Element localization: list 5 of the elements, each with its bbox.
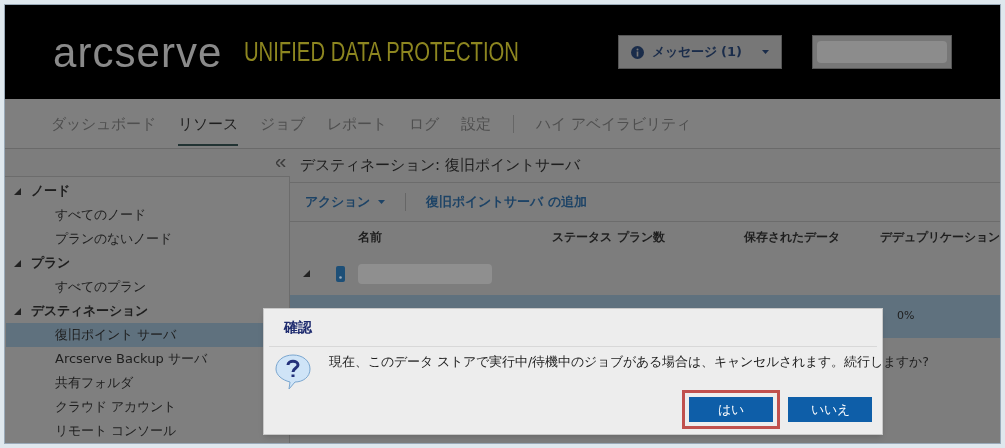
logo: arcserve — [53, 27, 223, 78]
dialog-message: 現在、このデータ ストアで実行中/待機中のジョブがある場合は、キャンセルされます。続行しますか? — [329, 353, 929, 371]
product-name: UNIFIED DATA PROTECTION — [244, 35, 520, 69]
page-title: デスティネーション: 復旧ポイントサーバ — [300, 155, 580, 177]
table-cell: 0% — [897, 309, 915, 323]
